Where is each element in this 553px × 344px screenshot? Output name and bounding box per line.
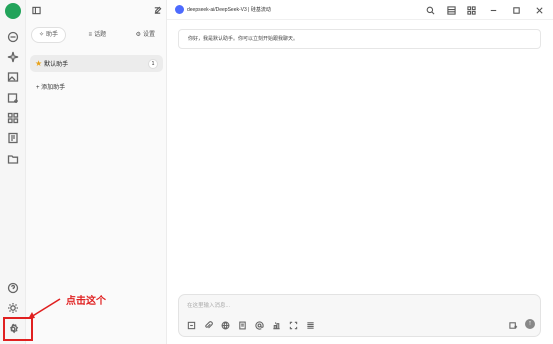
star-icon: ★ — [35, 58, 43, 68]
help-icon[interactable] — [6, 281, 20, 295]
web-search-icon[interactable] — [219, 319, 231, 331]
tab-label: 助手 — [46, 32, 59, 38]
image-icon[interactable] — [6, 70, 20, 84]
message-input-box[interactable]: 在这里输入消息... ↑ — [178, 294, 541, 337]
theme-icon[interactable] — [6, 301, 20, 315]
tab-settings[interactable]: ⚙ 设置 — [129, 27, 162, 43]
assistant-greeting: 你好，我是默认助手。你可以立刻开始跟我聊天。 — [178, 29, 541, 49]
layout-icon[interactable] — [445, 4, 457, 16]
annotation-highlight-box — [3, 317, 33, 341]
assistant-label: 默认助手 — [44, 62, 69, 68]
new-chat-icon[interactable] — [151, 4, 163, 16]
sparkle-icon[interactable] — [6, 50, 20, 64]
attachment-icon[interactable] — [202, 319, 214, 331]
translate-icon[interactable] — [507, 319, 519, 331]
send-area: ↑ — [507, 319, 535, 331]
send-button[interactable]: ↑ — [525, 319, 535, 329]
avatar[interactable] — [5, 3, 21, 19]
apps-icon[interactable] — [6, 111, 20, 125]
close-icon[interactable] — [533, 4, 545, 16]
expand-icon[interactable] — [287, 319, 299, 331]
assistant-item-default[interactable]: ★ 默认助手 1 — [30, 55, 163, 72]
panel-tabs: ✧ 助手 ≡ 话题 ⚙ 设置 — [31, 26, 162, 44]
sparkle-icon: ✧ — [39, 32, 45, 38]
minimize-icon[interactable] — [487, 4, 499, 16]
mention-icon[interactable] — [253, 319, 265, 331]
grid-icon[interactable] — [465, 4, 477, 16]
annotation-text: 点击这个 — [66, 296, 106, 307]
icon-rail — [0, 0, 26, 344]
gear-icon: ⚙ — [135, 32, 141, 38]
mcp-tools-icon[interactable] — [270, 319, 282, 331]
topic-count-badge: 1 — [148, 58, 158, 69]
model-title[interactable]: deepseek-ai/DeepSeek-V3 | 硅基流动 — [187, 6, 271, 13]
tab-assistants[interactable]: ✧ 助手 — [31, 27, 67, 43]
knowledge-base-icon[interactable] — [236, 319, 248, 331]
add-assistant-button[interactable]: + 添加助手 — [36, 82, 65, 91]
deepseek-logo-icon — [175, 5, 184, 14]
top-bar: deepseek-ai/DeepSeek-V3 | 硅基流动 — [167, 0, 553, 20]
new-topic-icon[interactable] — [185, 319, 197, 331]
input-toolbar — [185, 319, 316, 331]
tab-topics[interactable]: ≡ 话题 — [82, 27, 114, 43]
add-image-icon[interactable] — [6, 91, 20, 105]
clear-icon[interactable] — [304, 319, 316, 331]
knowledge-icon[interactable] — [6, 131, 20, 145]
tab-label: 话题 — [94, 32, 107, 38]
tab-label: 设置 — [142, 32, 155, 38]
maximize-icon[interactable] — [510, 4, 522, 16]
folder-icon[interactable] — [6, 152, 20, 166]
list-icon: ≡ — [88, 32, 93, 38]
sidebar-toggle-icon[interactable] — [30, 4, 42, 16]
message-input-placeholder: 在这里输入消息... — [187, 303, 231, 309]
chat-icon[interactable] — [6, 30, 20, 44]
search-icon[interactable] — [424, 4, 436, 16]
